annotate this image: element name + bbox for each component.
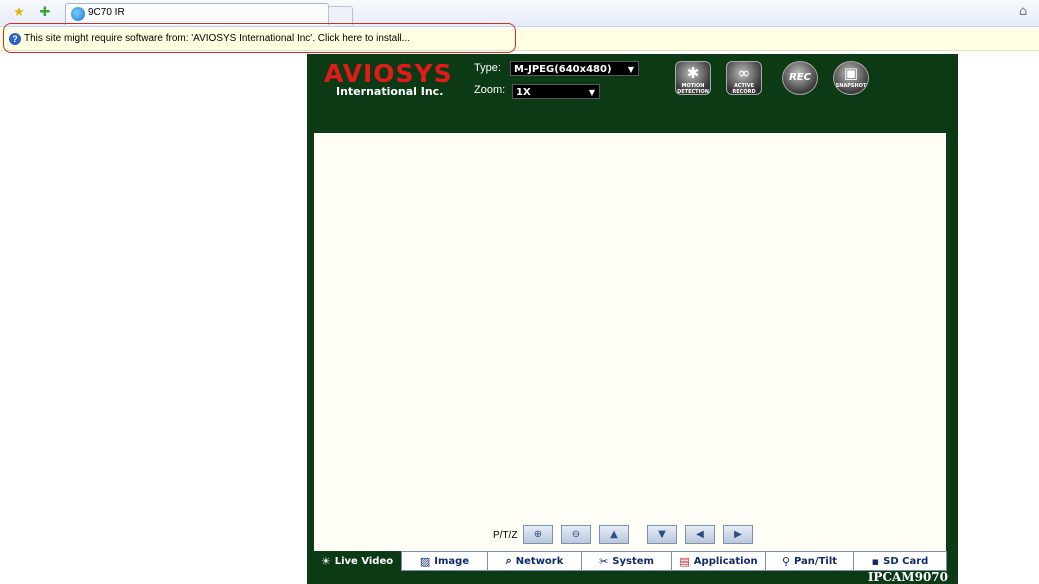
zoom-label: Zoom: bbox=[474, 84, 506, 96]
tab-pan-tilt[interactable]: ⚲ Pan/Tilt bbox=[765, 551, 854, 571]
motion-detection-label: MOTION DETECTION bbox=[677, 83, 709, 95]
application-icon: ▤ bbox=[679, 554, 690, 568]
tab-image-label: Image bbox=[434, 555, 470, 567]
snapshot-label: SNAPSHOT bbox=[835, 83, 867, 89]
tab-system[interactable]: ✂ System bbox=[581, 551, 672, 571]
tab-title: 9C70 IR bbox=[88, 7, 125, 18]
magnifier-icon: ⚲ bbox=[781, 554, 790, 568]
tab-image[interactable]: ▨ Image bbox=[401, 551, 488, 571]
tab-system-label: System bbox=[612, 555, 654, 567]
left-arrow-icon: ◀ bbox=[696, 529, 704, 540]
logo-main-text: AVIOSYS bbox=[324, 59, 453, 88]
type-label: Type: bbox=[474, 62, 501, 74]
favorites-star-icon[interactable]: ★ bbox=[11, 5, 27, 21]
rec-button[interactable]: REC bbox=[782, 61, 818, 95]
network-icon: ⌕ bbox=[505, 554, 512, 567]
pan-right-button[interactable]: ▶ bbox=[723, 525, 753, 544]
tab-application-label: Application bbox=[693, 555, 758, 567]
ptz-label: P/T/Z bbox=[493, 530, 518, 541]
tools-icon: ✂ bbox=[599, 554, 609, 568]
browser-tab[interactable]: 9C70 IR bbox=[65, 3, 329, 25]
zoom-out-icon: ⊖ bbox=[571, 529, 581, 540]
camera-icon: ▣ bbox=[843, 64, 859, 82]
ie-icon bbox=[71, 7, 85, 21]
aviosys-logo: AVIOSYS International Inc. bbox=[324, 59, 453, 99]
image-icon: ▨ bbox=[419, 554, 431, 568]
type-select-value: M-JPEG(640x480) bbox=[514, 64, 612, 75]
sd-card-icon: ▪ bbox=[871, 554, 880, 568]
chevron-down-icon: ▼ bbox=[627, 65, 634, 74]
logo-sub-text: International Inc. bbox=[336, 85, 444, 98]
tab-network-label: Network bbox=[515, 555, 564, 567]
pan-up-button[interactable]: ▲ bbox=[599, 525, 629, 544]
up-arrow-icon: ▲ bbox=[610, 529, 618, 540]
tab-sd-card-label: SD Card bbox=[883, 555, 929, 567]
camera-panel: AVIOSYS International Inc. Type: M-JPEG(… bbox=[307, 54, 958, 584]
zoom-select-value: 1X bbox=[516, 87, 531, 98]
tab-live-video[interactable]: ☀ Live Video bbox=[312, 551, 402, 571]
active-record-label: ACTIVE RECORD bbox=[732, 83, 756, 95]
running-figures-icon: ✱ bbox=[686, 64, 700, 82]
tab-pan-tilt-label: Pan/Tilt bbox=[794, 555, 838, 567]
zoom-select[interactable]: 1X ▼ bbox=[512, 84, 600, 99]
chevron-down-icon: ▼ bbox=[588, 88, 595, 97]
snapshot-button[interactable]: ▣ SNAPSHOT bbox=[833, 61, 869, 95]
active-record-button[interactable]: ∞ ACTIVE RECORD bbox=[726, 61, 762, 95]
zoom-out-button[interactable]: ⊖ bbox=[561, 525, 591, 544]
highlight-outline bbox=[3, 23, 516, 53]
model-name: IPCAM9070 bbox=[867, 570, 948, 584]
tab-live-video-label: Live Video bbox=[334, 555, 394, 567]
pan-down-button[interactable]: ▼ bbox=[647, 525, 677, 544]
right-arrow-icon: ▶ bbox=[734, 529, 742, 540]
add-favorites-icon[interactable]: ✚ bbox=[37, 5, 53, 21]
nav-bar: ☀ Live Video ▨ Image ⌕ Network ✂ System … bbox=[307, 551, 958, 571]
rec-label: REC bbox=[789, 72, 811, 83]
live-video-area[interactable] bbox=[314, 133, 946, 551]
pan-left-button[interactable]: ◀ bbox=[685, 525, 715, 544]
type-select[interactable]: M-JPEG(640x480) ▼ bbox=[510, 61, 639, 76]
zoom-in-icon: ⊕ bbox=[533, 529, 543, 540]
tab-sd-card[interactable]: ▪ SD Card bbox=[853, 551, 947, 571]
down-arrow-icon: ▼ bbox=[658, 529, 666, 540]
zoom-in-button[interactable]: ⊕ bbox=[523, 525, 553, 544]
film-reel-icon: ∞ bbox=[737, 64, 751, 82]
tab-application[interactable]: ▤ Application bbox=[671, 551, 766, 571]
tab-network[interactable]: ⌕ Network bbox=[487, 551, 582, 571]
live-video-icon: ☀ bbox=[320, 554, 331, 568]
motion-detection-button[interactable]: ✱ MOTION DETECTION bbox=[675, 61, 711, 95]
home-icon[interactable]: ⌂ bbox=[1019, 4, 1035, 20]
